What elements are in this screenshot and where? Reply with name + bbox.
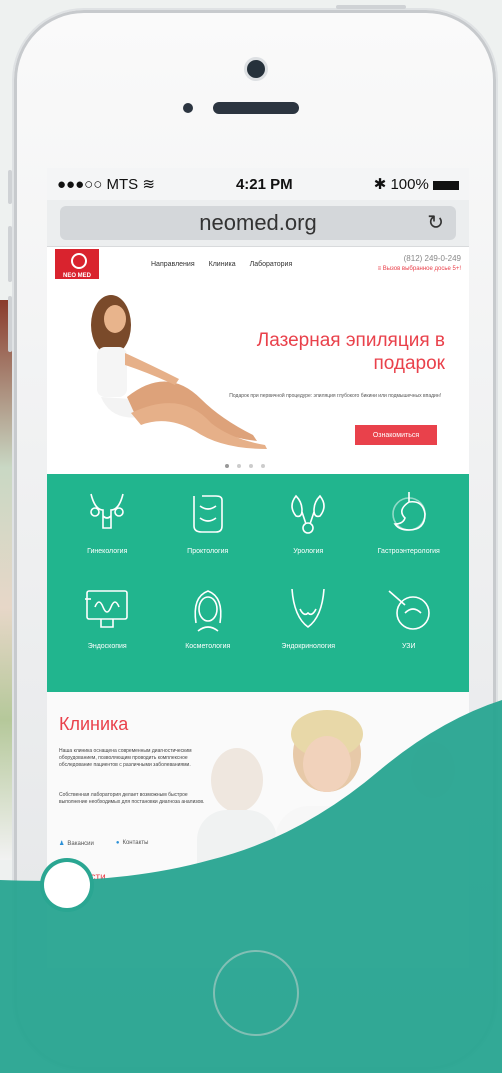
site-nav: Направления Клиника Лаборатория <box>151 261 292 268</box>
bluetooth-icon: ✱ <box>373 176 387 193</box>
people-icon: ♟ <box>59 841 65 847</box>
service-label: Косметология <box>185 643 231 650</box>
decorative-circle <box>44 862 90 908</box>
site-logo[interactable]: NEO MED <box>55 249 99 279</box>
service-label: Проктология <box>187 548 229 555</box>
clock: 4:21 PM <box>235 175 293 193</box>
contacts-label: Контакты <box>122 840 149 846</box>
service-label: Эндоскопия <box>87 643 127 650</box>
service-label: Эндокринология <box>281 643 336 650</box>
battery-icon <box>432 180 459 190</box>
hero-cta-button[interactable]: Ознакомиться <box>355 425 437 445</box>
nav-item-lab[interactable]: Лаборатория <box>250 261 293 268</box>
clinic-paragraph-2: Собственная лаборатория делает возможным… <box>59 792 205 805</box>
phone-screen: ●●●○○ MTS ≋ 4:21 PM ✱ 100% neomed.org ↻ … <box>47 168 469 968</box>
service-label: Гинекология <box>87 548 128 555</box>
front-camera <box>247 60 265 78</box>
service-ultrasound[interactable]: УЗИ <box>359 583 460 678</box>
carrier: ●●●○○ MTS ≋ <box>57 176 155 193</box>
header-contacts: (812) 249-0-249 ≡ Вызов выбранное досье … <box>378 254 461 274</box>
hero-text: Подарок при первичной процедуре: эпиляци… <box>229 393 441 399</box>
ultrasound-icon <box>388 590 430 630</box>
volume-down-button <box>8 296 12 352</box>
battery: ✱ 100% <box>374 175 459 193</box>
background-edge <box>0 300 14 860</box>
url-field[interactable]: neomed.org ↻ <box>60 206 456 240</box>
slider-dot[interactable] <box>261 464 265 468</box>
intestine-icon <box>192 495 223 533</box>
slider-dots <box>225 464 265 468</box>
site-header: NEO MED Направления Клиника Лаборатория … <box>47 247 469 281</box>
vacancies-link[interactable]: ♟ Вакансии <box>59 840 94 847</box>
slider-dot[interactable] <box>225 464 229 468</box>
service-label: Урология <box>293 548 324 555</box>
wifi-icon: ≋ <box>142 176 155 193</box>
volume-up-button <box>8 226 12 282</box>
service-proctology[interactable]: Проктология <box>158 488 259 583</box>
uterus-icon <box>90 493 125 529</box>
status-bar: ●●●○○ MTS ≋ 4:21 PM ✱ 100% <box>47 168 469 200</box>
reload-icon[interactable]: ↻ <box>427 210 444 235</box>
contacts-link[interactable]: ● Контакты <box>116 840 149 847</box>
browser-bar: neomed.org ↻ <box>47 200 469 247</box>
clinic-section: Клиника Наша клиника оснащена современны… <box>47 692 469 968</box>
earpiece-speaker <box>213 102 299 114</box>
map-pin-icon: ● <box>115 840 120 846</box>
url-text: neomed.org <box>199 210 317 235</box>
nav-item-clinic[interactable]: Клиника <box>209 261 236 268</box>
slider-dot[interactable] <box>249 464 253 468</box>
services-grid: Гинекология Проктология Урология Гастроэ… <box>47 474 469 692</box>
proximity-sensor <box>183 103 193 113</box>
clinic-paragraph-1: Наша клиника оснащена современным диагно… <box>59 748 192 768</box>
service-urology[interactable]: Урология <box>258 488 359 583</box>
callback-link[interactable]: ≡ Вызов выбранное досье 5+! <box>378 264 461 274</box>
home-button[interactable] <box>213 950 299 1036</box>
hero-title: Лазерная эпиляция в подарок <box>256 330 445 374</box>
nav-item-directions[interactable]: Направления <box>151 261 195 268</box>
kidneys-icon <box>291 494 326 534</box>
service-endoscopy[interactable]: Эндоскопия <box>57 583 158 678</box>
clinic-links: ♟ Вакансии ● Контакты <box>59 840 148 847</box>
phone-number[interactable]: (812) 249-0-249 <box>378 254 461 264</box>
mute-switch <box>8 170 12 204</box>
service-gastroenterology[interactable]: Гастроэнтерология <box>359 488 460 583</box>
service-gynecology[interactable]: Гинекология <box>57 488 158 583</box>
stomach-icon <box>391 492 426 531</box>
monitor-icon <box>85 590 129 628</box>
doctors-image <box>197 710 469 950</box>
service-label: УЗИ <box>401 643 416 650</box>
clinic-title: Клиника <box>59 714 129 734</box>
hero-banner: Лазерная эпиляция в подарок Подарок при … <box>47 281 469 479</box>
service-cosmetology[interactable]: Косметология <box>158 583 259 678</box>
logo-cross-icon <box>71 253 87 269</box>
face-icon <box>194 590 222 632</box>
vacancies-label: Вакансии <box>67 841 94 847</box>
service-endocrinology[interactable]: Эндокринология <box>258 583 359 678</box>
power-button <box>336 5 406 9</box>
service-label: Гастроэнтерология <box>377 548 440 555</box>
slider-dot[interactable] <box>237 464 241 468</box>
thyroid-icon <box>291 588 326 628</box>
